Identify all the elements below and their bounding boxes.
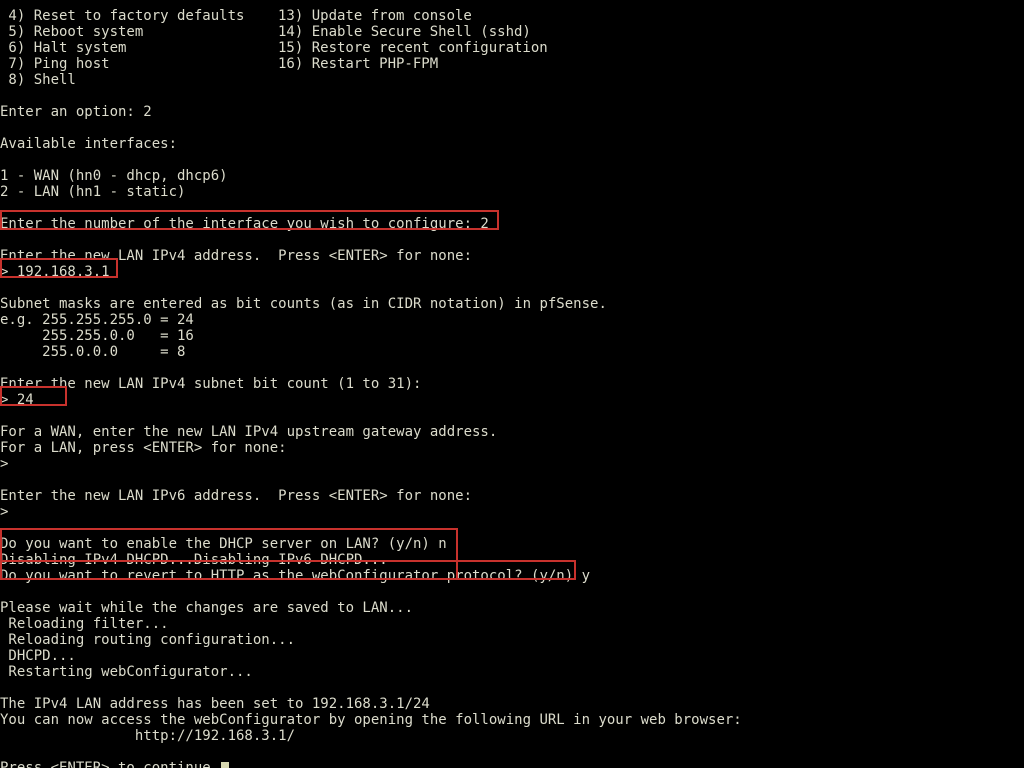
block-done: The IPv4 LAN address has been set to 192… xyxy=(0,696,742,744)
line-press-enter: Press <ENTER> to continue. xyxy=(0,760,229,768)
block-gateway: For a WAN, enter the new LAN IPv4 upstre… xyxy=(0,424,497,472)
highlight-box xyxy=(0,258,118,278)
line-enter-option: Enter an option: 2 xyxy=(0,104,152,120)
highlight-box xyxy=(0,560,576,580)
block-mask: Subnet masks are entered as bit counts (… xyxy=(0,296,607,360)
block-avail: Available interfaces: 1 - WAN (hn0 - dhc… xyxy=(0,136,228,200)
block-ipv6: Enter the new LAN IPv6 address. Press <E… xyxy=(0,488,472,520)
cursor-icon xyxy=(221,762,229,768)
highlight-box xyxy=(0,386,67,406)
block-reload: Please wait while the changes are saved … xyxy=(0,600,413,680)
menu-right: 13) Update from console 14) Enable Secur… xyxy=(278,8,548,72)
highlight-box xyxy=(0,210,499,230)
console-root[interactable]: 4) Reset to factory defaults 5) Reboot s… xyxy=(0,0,1024,768)
menu-left: 4) Reset to factory defaults 5) Reboot s… xyxy=(0,8,244,88)
